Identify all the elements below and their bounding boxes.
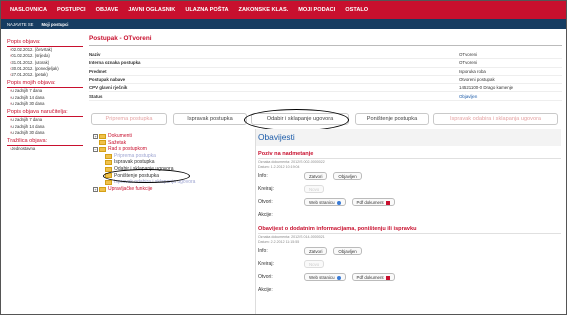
notices-header: Obavijesti [256, 129, 561, 146]
sidebar-link-period[interactable]: u zadnjih 30 dana [7, 130, 83, 136]
action-row-akcije: Akcije: [258, 211, 273, 218]
info-label: Predmet [89, 68, 107, 74]
sidebar-heading-popis-objava: Popis objava: [7, 39, 83, 47]
action-row-akcije: Akcije: [258, 286, 273, 293]
zatvori-button[interactable]: Zatvori [304, 171, 328, 180]
action-row-otvori: Otvori: Web stranicu Pdf dokument [256, 195, 561, 208]
pdf-dokument-button[interactable]: Pdf dokument [351, 272, 395, 281]
tree-item-ispravak[interactable]: Ispravak postupka [93, 159, 261, 166]
nav-ulazna-posta[interactable]: ULAZNA POŠTA [182, 7, 235, 13]
nav-javni-oglasnik[interactable]: JAVNI OGLASNIK [125, 7, 182, 13]
nav-naslovnica[interactable]: NASLOVNICA [7, 7, 54, 13]
action-row-otvori: Otvori: Web stranicu Pdf dokument [256, 270, 561, 283]
sidebar-link-jednostavna[interactable]: Jednostavna [7, 146, 83, 152]
objavljen-button[interactable]: Objavljen [333, 246, 362, 255]
globe-icon [336, 275, 341, 280]
folder-icon [99, 133, 106, 139]
info-row: Postupak nabave Otvoreni postupak [89, 76, 562, 85]
nav-ostalo[interactable]: OSTALO [342, 7, 375, 13]
sidebar-link-date[interactable]: 27.01.2012. (petak) [7, 72, 83, 78]
novo-button: Novo [304, 259, 325, 268]
folder-icon [105, 160, 112, 166]
status-link[interactable]: Objavljen [459, 94, 477, 99]
objavljen-button[interactable]: Objavljen [333, 171, 362, 180]
tree-label: Ispravak postupka [114, 159, 155, 166]
web-stranica-button[interactable]: Web stranicu [304, 272, 346, 281]
folder-icon [99, 186, 106, 192]
tree-item-priprema: Priprema postupka [93, 153, 261, 160]
tab-priprema-postupka: Priprema postupka [91, 113, 167, 125]
top-navigation: NASLOVNICA POSTUPCI OBJAVE JAVNI OGLASNI… [1, 1, 566, 19]
action-row-kreiraj: Kreiraj: Novo [256, 182, 561, 195]
tab-ponistenje-postupka[interactable]: Poništenje postupka [355, 113, 429, 125]
info-value: Otvoreni postupak [459, 77, 495, 83]
tree-label: Priprema postupka [114, 152, 156, 159]
page-title: Postupak - OTvoreni [89, 33, 562, 46]
notice-title: Poziv na nadmetanje [258, 151, 561, 159]
folder-icon [105, 179, 112, 185]
tab-ispravak-odabira: Ispravak odabira i sklapanja ugovora [433, 113, 558, 125]
info-row: Interna oznaka postupka OTvoreni [89, 59, 562, 68]
sub-navigation: NAJAVITE SE Moji postupci [1, 19, 566, 29]
procedure-info-table: Naziv OTvoreni Interna oznaka postupka OTv… [89, 51, 562, 101]
info-row: CPV glavni rječnik 14521100-0 Drago kamen… [89, 84, 562, 93]
tree-label: Upravljačke funkcije [108, 185, 153, 192]
pdf-icon [385, 275, 390, 280]
info-value: OTvoreni [459, 60, 478, 66]
tree-item-dokumenti[interactable]: + Dokumenti [93, 133, 261, 140]
sidebar-heading-trazilica: Tražilica objava: [7, 138, 83, 147]
procedure-tree: + Dokumenti Sažetak − Rad s postupkom Prip… [93, 133, 261, 192]
browser-viewport: NASLOVNICA POSTUPCI OBJAVE JAVNI OGLASNI… [0, 0, 567, 315]
highlight-ellipse-tab [244, 109, 349, 131]
nav-zakonske-klas[interactable]: ZAKONSKE KLAS. [236, 7, 296, 13]
info-row: Status Objavljen [89, 92, 562, 101]
sidebar: Popis objava: 02.02.2012. (četvrtak) 01.… [7, 37, 83, 153]
tree-item-sazetak[interactable]: Sažetak [93, 140, 261, 147]
info-row: Predmet Isporuka roba [89, 68, 562, 76]
info-value: 14521100-0 Drago kamenje [459, 85, 514, 91]
nav-postupci[interactable]: POSTUPCI [54, 7, 93, 13]
info-value: OTvoreni [459, 52, 478, 58]
subnav-moji-postupci[interactable]: Moji postupci [41, 22, 68, 27]
nav-moji-podaci[interactable]: MOJI PODACI [295, 7, 342, 13]
tree-label: Sažetak [108, 139, 127, 146]
tree-item-upravljacke[interactable]: + Upravljačke funkcije [93, 186, 261, 193]
info-label: Interna oznaka postupka [89, 60, 141, 66]
highlight-ellipse-tree [103, 169, 190, 183]
action-row-info: Info: Zatvori Objavljen [256, 244, 561, 257]
info-label: Postupak nabave [89, 77, 126, 83]
subnav-najavite-se[interactable]: NAJAVITE SE [7, 22, 33, 27]
novo-button: Novo [304, 184, 325, 193]
folder-icon [99, 146, 106, 152]
nav-objave[interactable]: OBJAVE [93, 7, 126, 13]
sidebar-heading-objave-narucitelja: Popis objava naručitelja: [7, 109, 83, 118]
info-label: Naziv [89, 52, 101, 58]
info-value: Isporuka roba [459, 68, 486, 74]
folder-icon [99, 140, 106, 146]
pdf-dokument-button[interactable]: Pdf dokument [351, 197, 395, 206]
action-row-info: Info: Zatvori Objavljen [256, 169, 561, 182]
globe-icon [336, 200, 341, 205]
tree-item-rad-s-postupkom[interactable]: − Rad s postupkom [93, 146, 261, 153]
expand-icon[interactable]: + [93, 186, 98, 192]
tree-label: Rad s postupkom [108, 146, 147, 153]
info-label: Status [89, 93, 103, 99]
pdf-icon [385, 200, 390, 205]
web-stranica-button[interactable]: Web stranicu [304, 197, 346, 206]
action-row-kreiraj: Kreiraj: Novo [256, 257, 561, 270]
collapse-icon[interactable]: − [93, 146, 98, 152]
notice-title: Obavijest o dodatnim informacijama, poni… [258, 226, 561, 235]
folder-icon [105, 153, 112, 159]
sidebar-link-period[interactable]: u zadnjih 30 dana [7, 101, 83, 107]
info-row: Naziv OTvoreni [89, 51, 562, 60]
notices-panel: Obavijesti Poziv na nadmetanje Oznaka do… [255, 129, 561, 314]
tab-ispravak-postupka[interactable]: Ispravak postupka [173, 113, 247, 125]
sidebar-heading-moje-objave: Popis mojih objava: [7, 80, 83, 89]
zatvori-button[interactable]: Zatvori [304, 246, 328, 255]
tree-label: Dokumenti [108, 133, 132, 139]
expand-icon[interactable]: + [93, 133, 98, 139]
info-label: CPV glavni rječnik [89, 85, 128, 91]
